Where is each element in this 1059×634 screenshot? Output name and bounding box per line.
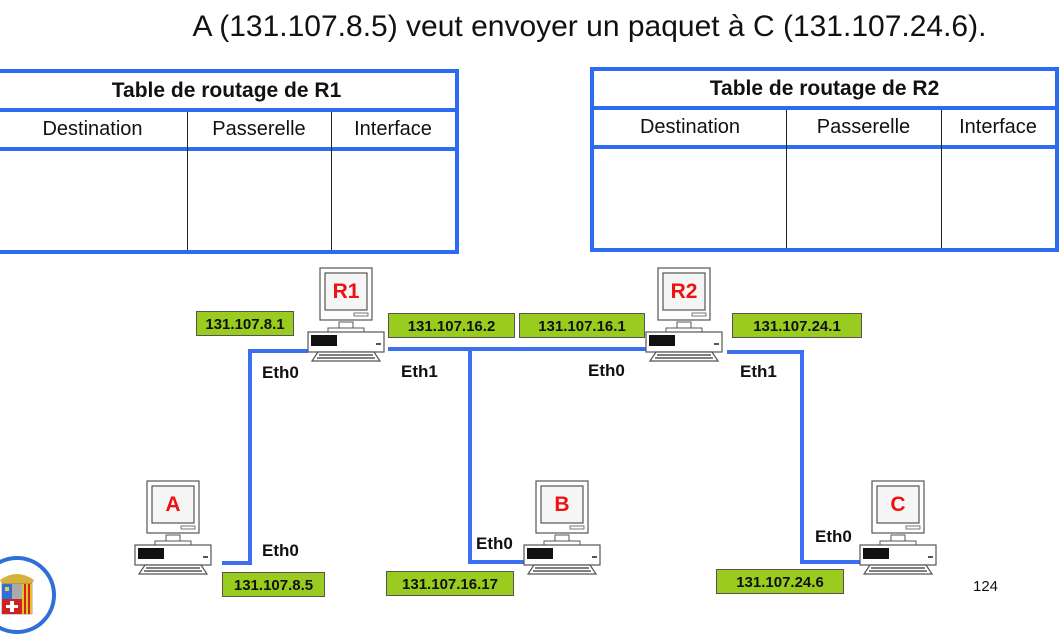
column-divider xyxy=(187,112,188,250)
ip-label-r1-eth1: 131.107.16.2 xyxy=(388,313,515,338)
network-link-r2-c xyxy=(800,350,804,563)
network-link-r2-c xyxy=(800,560,860,564)
column-header-destination: Destination xyxy=(0,112,187,151)
ip-label-r2-eth0: 131.107.16.1 xyxy=(519,313,645,338)
node-label: A xyxy=(165,493,181,516)
interface-label-r1-eth0: Eth0 xyxy=(262,363,299,382)
table-title: Table de routage de R1 xyxy=(0,73,455,112)
host-a[interactable]: A xyxy=(133,479,213,575)
column-header-interface: Interface xyxy=(941,110,1055,149)
node-label: B xyxy=(554,493,570,516)
page-number: 124 xyxy=(973,578,999,595)
interface-label-r2-eth0: Eth0 xyxy=(588,361,625,380)
interface-label-r2-eth1: Eth1 xyxy=(740,362,777,381)
column-header-destination: Destination xyxy=(594,110,786,149)
column-header-passerelle: Passerelle xyxy=(187,112,331,151)
network-link-b xyxy=(468,560,526,564)
network-link-a-r1 xyxy=(222,561,252,565)
column-divider xyxy=(941,110,942,248)
routing-table-r2: Table de routage de R2 Destination Passe… xyxy=(590,67,1059,252)
host-b[interactable]: B xyxy=(522,479,602,575)
router-r2[interactable]: R2 xyxy=(644,266,724,362)
network-link-r2-c xyxy=(727,350,803,354)
routing-table-r1: Table de routage de R1 Destination Passe… xyxy=(0,69,459,254)
column-header-interface: Interface xyxy=(331,112,455,151)
interface-label-b-eth0: Eth0 xyxy=(476,534,513,553)
ip-label-c: 131.107.24.6 xyxy=(716,569,844,594)
column-header-passerelle: Passerelle xyxy=(786,110,941,149)
network-link-b xyxy=(468,347,472,563)
router-r1[interactable]: R1 xyxy=(306,266,386,362)
column-divider xyxy=(786,110,787,248)
network-link-a-r1 xyxy=(248,349,252,564)
node-label: C xyxy=(890,493,906,516)
interface-label-r1-eth1: Eth1 xyxy=(401,362,438,381)
node-label: R2 xyxy=(670,280,698,303)
interface-label-a-eth0: Eth0 xyxy=(262,541,299,560)
ip-label-r2-eth1: 131.107.24.1 xyxy=(732,313,862,338)
node-label: R1 xyxy=(332,280,360,303)
universite-de-savoie-crest-icon xyxy=(0,556,56,634)
table-title: Table de routage de R2 xyxy=(594,71,1055,110)
column-divider xyxy=(331,112,332,250)
ip-label-r1-eth0: 131.107.8.1 xyxy=(196,311,294,336)
ip-label-a: 131.107.8.5 xyxy=(222,572,325,597)
network-link-a-r1 xyxy=(248,349,308,353)
ip-label-b: 131.107.16.17 xyxy=(386,571,514,596)
page-title: A (131.107.8.5) veut envoyer un paquet à… xyxy=(192,10,987,43)
network-link-r1-r2 xyxy=(388,347,650,351)
interface-label-c-eth0: Eth0 xyxy=(815,527,852,546)
host-c[interactable]: C xyxy=(858,479,938,575)
